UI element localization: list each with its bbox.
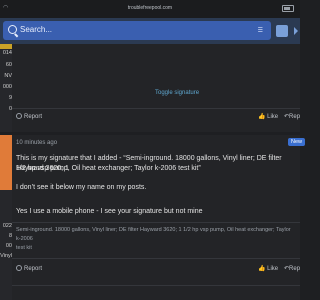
report-button[interactable]: Report	[16, 113, 42, 120]
report-label: Report	[24, 114, 43, 120]
user-stat: 0	[8, 106, 12, 112]
user-stat: 022	[2, 223, 12, 229]
post1-card	[12, 44, 300, 132]
new-badge: New	[288, 138, 306, 146]
report-button[interactable]: Report	[16, 265, 42, 272]
divider	[12, 108, 300, 109]
post-timestamp[interactable]: 10 minutes ago	[16, 140, 57, 146]
user-stat: Vinyl	[0, 253, 12, 259]
divider	[12, 258, 300, 259]
signature-line: test kit	[16, 245, 32, 251]
signature-line: Semi-inground. 18000 gallons, Vinyl line…	[16, 227, 291, 242]
reply-label: Rep	[289, 266, 301, 272]
like-label: Like	[267, 114, 279, 120]
like-button[interactable]: 👍 Like	[258, 265, 278, 272]
post2-user-column: 022 8 00 Vinyl	[0, 135, 12, 300]
battery-icon	[282, 5, 294, 12]
user-stat: 014	[2, 50, 12, 56]
report-icon	[16, 265, 22, 271]
user-stat: 00	[5, 243, 12, 249]
post-body-line: I don’t see it below my name on my posts…	[16, 184, 147, 191]
post1-user-column: 014 60 NV 000 9 0	[0, 44, 12, 132]
post-body-line: Yes I use a mobile phone - I see your si…	[16, 208, 203, 215]
report-icon	[16, 113, 22, 119]
menu-arrow-icon[interactable]	[294, 27, 298, 35]
avatar[interactable]	[0, 135, 12, 190]
divider	[12, 285, 300, 286]
reply-label: Rep	[289, 114, 301, 120]
user-stat: 8	[8, 233, 12, 239]
report-label: Report	[24, 266, 43, 272]
search-icon	[8, 25, 17, 34]
browser-status-bar: ◠ troublefreepool.com	[0, 0, 300, 18]
toggle-signature-link[interactable]: Toggle signature	[155, 90, 199, 96]
user-stat: 000	[2, 84, 12, 90]
url-display[interactable]: troublefreepool.com	[0, 5, 300, 11]
signature: Semi-inground. 18000 gallons, Vinyl line…	[16, 226, 296, 253]
reply-button[interactable]: ↶Rep	[284, 113, 300, 120]
search-input[interactable]: Search...	[20, 25, 52, 34]
user-stat: 9	[8, 95, 12, 101]
filter-icon[interactable]: ☰	[258, 27, 263, 34]
signature-divider	[12, 222, 300, 223]
post-body-line: 1/2 hp vsp pump, Oil heat exchanger; Tay…	[16, 165, 201, 172]
user-stat: 60	[5, 62, 12, 68]
site-header: Search... ☰	[0, 18, 300, 44]
user-badge	[0, 44, 12, 49]
user-stat: NV	[4, 73, 12, 79]
like-label: Like	[267, 266, 279, 272]
reply-button[interactable]: ↶Rep	[284, 265, 300, 272]
search-bar[interactable]: Search... ☰	[3, 21, 271, 40]
avatar[interactable]	[276, 25, 288, 37]
like-button[interactable]: 👍 Like	[258, 113, 278, 120]
